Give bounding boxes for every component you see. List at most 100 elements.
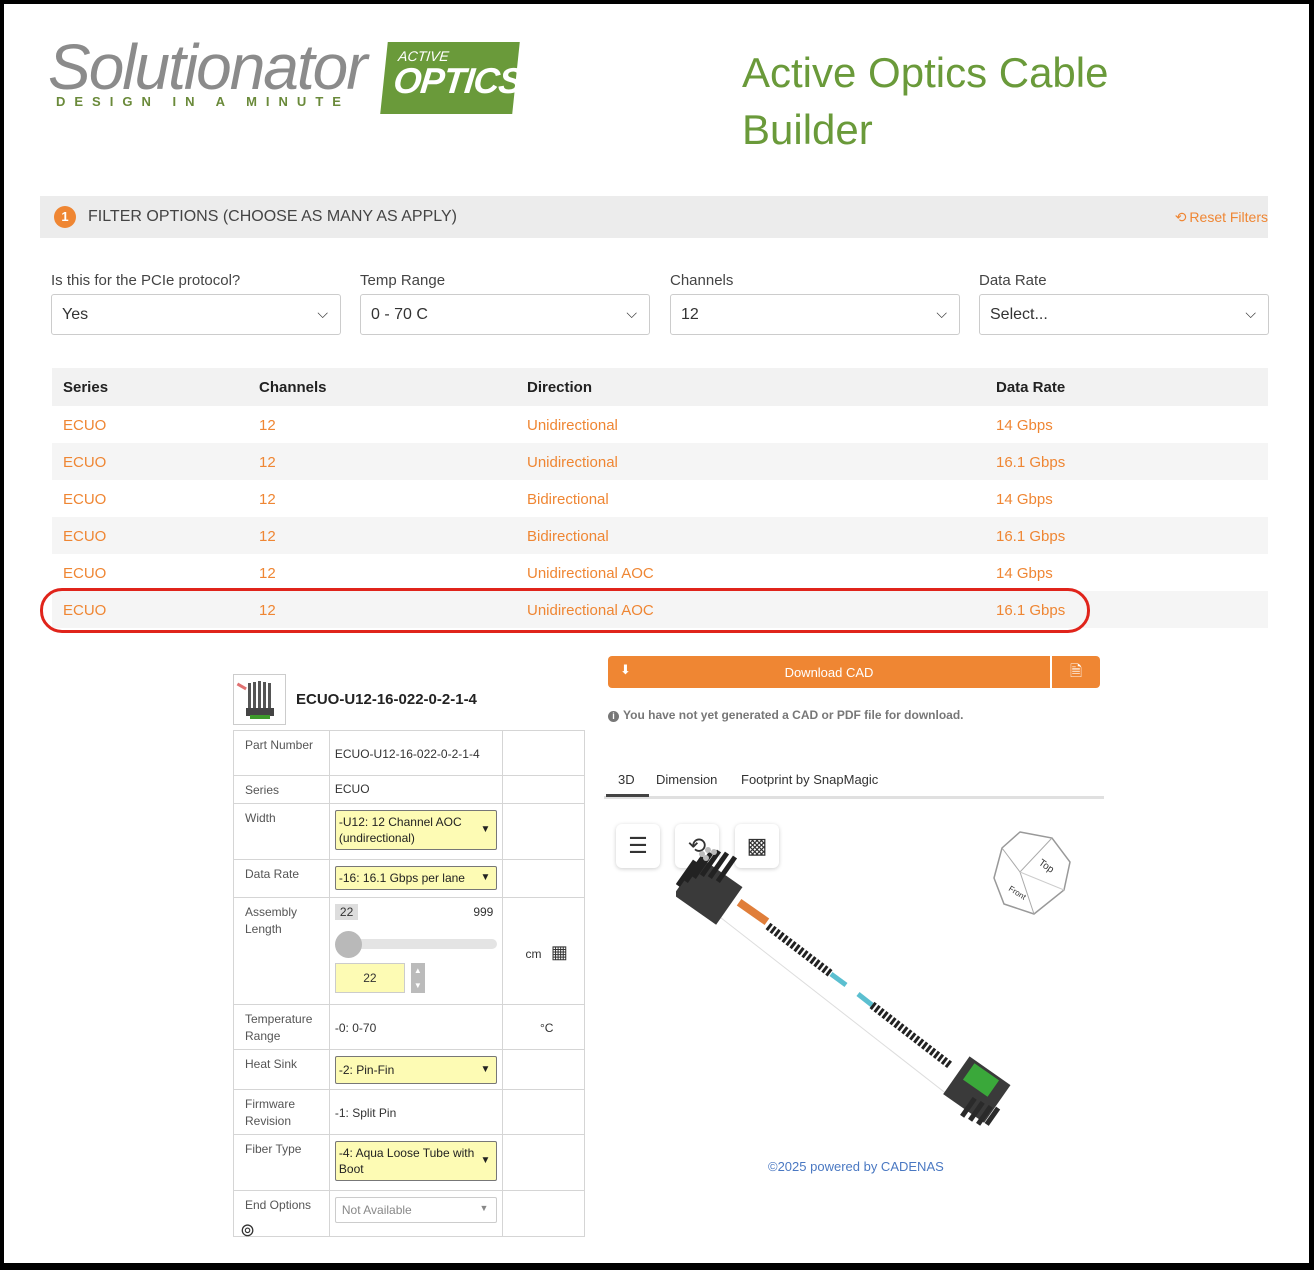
- part-number-label: Part Number: [233, 730, 330, 776]
- viewer-tabs: 3D Dimension Footprint by SnapMagic: [604, 768, 1104, 799]
- firmware-label: Firmware Revision: [233, 1089, 330, 1135]
- pcie-protocol-select[interactable]: Yes ⌵: [51, 294, 341, 335]
- table-row-selected[interactable]: ECUO 12 Unidirectional AOC 16.1 Gbps: [52, 591, 1268, 628]
- channels-label: Channels: [670, 272, 734, 289]
- stepper-up-icon[interactable]: ▲: [411, 963, 425, 978]
- length-unit: cm: [525, 946, 542, 961]
- caret-down-icon: ▼: [480, 1064, 491, 1075]
- left-connector: [673, 847, 743, 925]
- configurator-table: Part Number ECUO-U12-16-022-0-2-1-4 Seri…: [233, 730, 585, 1237]
- cell-series: ECUO: [63, 417, 107, 434]
- length-slider-handle[interactable]: [334, 931, 362, 958]
- data-rate-cfg-value: -16: 16.1 Gbps per lane: [338, 871, 465, 885]
- length-stepper[interactable]: ▲ ▼: [410, 963, 425, 993]
- download-cad-label: Download CAD: [784, 665, 874, 680]
- end-options-select: Not Available ▼: [334, 1197, 498, 1223]
- channels-value: 12: [681, 306, 699, 323]
- data-rate-select[interactable]: Select... ⌵: [979, 294, 1269, 335]
- assembly-length-control: 22 999 22 ▲ ▼: [334, 904, 497, 1000]
- logo-tagline: DESIGN IN A MINUTE: [56, 94, 350, 109]
- tab-3d[interactable]: 3D: [606, 772, 648, 797]
- pcie-protocol-label: Is this for the PCIe protocol?: [51, 272, 241, 289]
- heat-sink-select[interactable]: -2: Pin-Fin ▼: [334, 1056, 498, 1084]
- length-number-input[interactable]: 22: [334, 963, 405, 993]
- filter-options-title: FILTER OPTIONS (CHOOSE AS MANY AS APPLY): [88, 208, 457, 225]
- cell-data-rate: 14 Gbps: [996, 491, 1053, 508]
- cell-direction: Unidirectional: [527, 417, 618, 434]
- cell-data-rate: 16.1 Gbps: [996, 602, 1066, 619]
- width-unit: [502, 803, 585, 860]
- length-min-value: 22: [334, 904, 359, 920]
- firmware-value: -1: Split Pin: [328, 1089, 504, 1135]
- chevron-down-icon: ⌵: [1245, 305, 1256, 321]
- fingerprint-icon[interactable]: ⊚: [240, 1220, 255, 1241]
- data-rate-cfg-select[interactable]: -16: 16.1 Gbps per lane ▼: [334, 866, 498, 890]
- firmware-unit: [502, 1089, 585, 1135]
- end-options-value: Not Available: [341, 1203, 412, 1217]
- cell-series: ECUO: [63, 565, 107, 582]
- chevron-down-icon: ⌵: [317, 305, 328, 321]
- row-heat-sink: Heat Sink -2: Pin-Fin ▼: [233, 1049, 585, 1090]
- tab-dimension[interactable]: Dimension: [656, 772, 717, 787]
- cad-settings-button[interactable]: 🗎: [1052, 656, 1100, 688]
- fiber-type-select[interactable]: -4: Aqua Loose Tube with Boot ▼: [334, 1141, 498, 1181]
- page-title: Active Optics Cable Builder: [742, 49, 1109, 153]
- product-thumbnail[interactable]: [233, 674, 286, 725]
- powered-by-cadenas-link[interactable]: ©2025 powered by CADENAS: [768, 1159, 944, 1174]
- cell-data-rate: 16.1 Gbps: [996, 528, 1066, 545]
- info-icon: i: [608, 711, 619, 722]
- stepper-down-icon[interactable]: ▼: [411, 978, 425, 993]
- row-part-number: Part Number ECUO-U12-16-022-0-2-1-4: [233, 730, 585, 776]
- temperature-unit: °C: [502, 1004, 585, 1050]
- data-rate-label: Data Rate: [979, 272, 1047, 289]
- table-row[interactable]: ECUO 12 Unidirectional 16.1 Gbps: [52, 443, 1268, 480]
- row-data-rate: Data Rate -16: 16.1 Gbps per lane ▼: [233, 859, 585, 898]
- temp-range-label: Temp Range: [360, 272, 446, 289]
- temp-range-select[interactable]: 0 - 70 C ⌵: [360, 294, 650, 335]
- cell-channels: 12: [259, 417, 276, 434]
- channels-select[interactable]: 12 ⌵: [670, 294, 960, 335]
- download-cad-button[interactable]: ⬇ Download CAD: [608, 656, 1050, 688]
- data-rate-value: Select...: [990, 306, 1048, 323]
- cable-3d-model[interactable]: [673, 844, 1036, 1144]
- cell-channels: 12: [259, 528, 276, 545]
- table-row[interactable]: ECUO 12 Bidirectional 16.1 Gbps: [52, 517, 1268, 554]
- cell-channels: 12: [259, 565, 276, 582]
- cell-direction: Bidirectional: [527, 528, 609, 545]
- logo-wordmark: Solutionator: [48, 31, 368, 103]
- table-row[interactable]: ECUO 12 Bidirectional 14 Gbps: [52, 480, 1268, 517]
- series-value: ECUO: [328, 775, 504, 804]
- row-series: Series ECUO: [233, 775, 585, 804]
- row-fiber-type: Fiber Type -4: Aqua Loose Tube with Boot…: [233, 1134, 585, 1191]
- caret-down-icon: ▼: [480, 1155, 491, 1166]
- temperature-label: Temperature Range: [233, 1004, 330, 1050]
- list-menu-icon[interactable]: ☰: [616, 824, 660, 868]
- part-number-unit: [502, 730, 585, 776]
- calculator-icon[interactable]: ▦: [551, 942, 568, 962]
- row-firmware: Firmware Revision -1: Split Pin: [233, 1089, 585, 1135]
- cell-data-rate: 14 Gbps: [996, 565, 1053, 582]
- data-rate-cfg-label: Data Rate: [233, 859, 330, 898]
- badge-main-text: OPTICS: [391, 60, 524, 101]
- end-options-unit: [502, 1190, 585, 1237]
- app-frame: Solutionator DESIGN IN A MINUTE ACTIVE O…: [4, 4, 1309, 1263]
- header-series: Series: [63, 379, 109, 396]
- solutionator-logo[interactable]: Solutionator DESIGN IN A MINUTE ACTIVE O…: [48, 31, 524, 120]
- table-row[interactable]: ECUO 12 Unidirectional AOC 14 Gbps: [52, 554, 1268, 591]
- header-direction: Direction: [527, 379, 593, 396]
- cad-status-note: i You have not yet generated a CAD or PDF…: [608, 708, 963, 722]
- heat-sink-label: Heat Sink: [233, 1049, 330, 1090]
- results-header-row: Series Channels Direction Data Rate: [52, 368, 1268, 406]
- tab-footprint[interactable]: Footprint by SnapMagic: [741, 772, 878, 787]
- cell-channels: 12: [259, 491, 276, 508]
- reset-filters-link[interactable]: ⟲ Reset Filters: [1175, 209, 1268, 226]
- cell-data-rate: 14 Gbps: [996, 417, 1053, 434]
- fiber-type-value: -4: Aqua Loose Tube with Boot: [338, 1146, 475, 1176]
- heat-sink-value: -2: Pin-Fin: [338, 1063, 395, 1077]
- width-select[interactable]: -U12: 12 Channel AOC (undirectional) ▼: [334, 810, 498, 850]
- cell-direction: Unidirectional: [527, 454, 618, 471]
- caret-down-icon: ▼: [480, 824, 491, 835]
- cell-direction: Unidirectional AOC: [527, 565, 654, 582]
- table-row[interactable]: ECUO 12 Unidirectional 14 Gbps: [52, 406, 1268, 443]
- length-max-value: 999: [473, 905, 494, 919]
